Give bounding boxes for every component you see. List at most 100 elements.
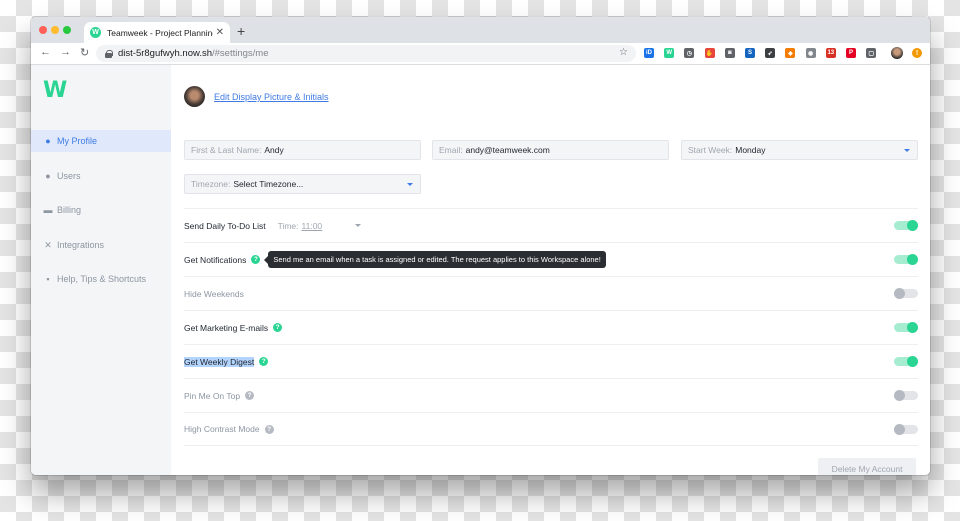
toggle-weekly-digest[interactable]: [894, 356, 918, 367]
ext-camera-icon[interactable]: ◙: [724, 48, 735, 58]
edit-display-picture-link[interactable]: Edit Display Picture & Initials: [214, 92, 329, 102]
setting-row-notifications: Get Notifications ? Send me an email whe…: [184, 242, 918, 276]
timezone-select[interactable]: Timezone: Select Timezone...: [184, 174, 421, 194]
toggle-knob: [907, 322, 918, 333]
sidebar-item-my-profile[interactable]: ● My Profile: [31, 130, 171, 152]
settings-sidebar: W ● My Profile ● Users ▬ Billing ✕ Integ…: [31, 65, 171, 475]
email-field[interactable]: Email: andy@teamweek.com: [432, 140, 669, 160]
name-field-label: First & Last Name:: [191, 145, 262, 155]
profile-avatar[interactable]: [184, 86, 205, 107]
toggle-pin-me[interactable]: [894, 390, 918, 401]
reload-icon[interactable]: ↻: [80, 46, 89, 59]
tab-strip: W Teamweek - Project Planning C ✕ +: [31, 17, 930, 43]
setting-row-hide-weekends: Hide Weekends: [184, 276, 918, 310]
ext-puzzle-icon[interactable]: ◉: [805, 48, 816, 58]
help-icon[interactable]: ?: [264, 424, 274, 434]
toggle-notifications[interactable]: [894, 254, 918, 265]
setting-label: Hide Weekends: [184, 288, 244, 299]
setting-label: Pin Me On Top: [184, 390, 241, 401]
forward-arrow-icon[interactable]: →: [60, 46, 71, 58]
setting-row-pin-me: Pin Me On Top ?: [184, 378, 918, 412]
browser-toolbar: ← → ↻ dist-5r8gufwyh.now.sh/#settings/me…: [31, 43, 930, 65]
toggle-knob: [894, 423, 905, 435]
ext-teamweek-icon[interactable]: W: [664, 48, 675, 58]
toggle-knob: [907, 356, 918, 367]
ext-adblock-icon[interactable]: ✋: [704, 48, 715, 58]
help-icon[interactable]: ?: [245, 391, 255, 400]
help-icon[interactable]: ?: [251, 255, 261, 264]
notifications-tooltip: Send me an email when a task is assigned…: [264, 251, 606, 268]
setting-label: Get Notifications: [184, 254, 247, 265]
help-chat-icon: ▪: [46, 274, 50, 284]
url-path: /#settings/me: [212, 48, 269, 59]
ext-rocket-icon[interactable]: ➶: [765, 48, 776, 58]
ext-box-icon[interactable]: ◆: [785, 48, 796, 58]
name-field[interactable]: First & Last Name: Andy: [184, 140, 421, 160]
minimize-window-button[interactable]: [51, 26, 59, 34]
toggle-knob: [894, 288, 905, 299]
profile-settings-panel: Edit Display Picture & Initials First & …: [171, 65, 930, 475]
browser-window: W Teamweek - Project Planning C ✕ + ← → …: [31, 17, 930, 475]
star-icon[interactable]: ☆: [619, 47, 628, 58]
delete-account-button[interactable]: Delete My Account: [818, 458, 916, 475]
chevron-down-icon: [407, 183, 413, 186]
sidebar-item-help[interactable]: ▪ Help, Tips & Shortcuts: [31, 268, 171, 290]
setting-label: Get Weekly Digest: [184, 356, 255, 367]
address-bar[interactable]: dist-5r8gufwyh.now.sh/#settings/me: [96, 45, 636, 62]
new-tab-button[interactable]: +: [237, 23, 245, 39]
start-week-label: Start Week:: [688, 145, 733, 155]
name-field-value: Andy: [264, 145, 284, 155]
ext-pinterest-icon[interactable]: P: [846, 48, 856, 58]
ext-id-icon[interactable]: iD: [644, 48, 654, 58]
sidebar-item-integrations[interactable]: ✕ Integrations: [31, 234, 171, 256]
setting-label: Get Marketing E-mails: [184, 322, 269, 333]
toggle-hide-weekends[interactable]: [894, 288, 918, 299]
back-arrow-icon[interactable]: ←: [40, 46, 51, 58]
sidebar-item-label: Help, Tips & Shortcuts: [57, 274, 147, 284]
integrations-icon: ✕: [44, 239, 52, 250]
tab-title: Teamweek - Project Planning C: [107, 27, 213, 38]
teamweek-logo[interactable]: W: [43, 78, 67, 103]
chevron-down-icon[interactable]: [355, 224, 362, 227]
users-icon: ●: [45, 171, 51, 181]
timezone-value: Select Timezone...: [233, 179, 304, 189]
setting-label: Send Daily To-Do List: [184, 220, 266, 231]
sidebar-item-label: Billing: [57, 205, 82, 215]
toggle-high-contrast[interactable]: [894, 423, 918, 435]
start-week-value: Monday: [735, 145, 766, 155]
toggle-knob: [894, 390, 905, 401]
browser-tab[interactable]: W Teamweek - Project Planning C ✕: [84, 22, 230, 43]
sidebar-item-label: My Profile: [57, 136, 98, 146]
close-tab-icon[interactable]: ✕: [216, 27, 224, 38]
setting-row-high-contrast: High Contrast Mode ?: [184, 412, 918, 446]
start-week-select[interactable]: Start Week: Monday: [681, 140, 918, 160]
chevron-down-icon: [904, 149, 910, 152]
email-field-label: Email:: [439, 145, 463, 155]
maximize-window-button[interactable]: [63, 26, 71, 34]
browser-menu-update-icon[interactable]: !: [912, 48, 922, 58]
toggle-daily-todo[interactable]: [894, 220, 918, 231]
user-icon: ●: [45, 136, 51, 146]
toggle-marketing[interactable]: [894, 322, 918, 333]
setting-row-daily-todo: Send Daily To-Do List Time: 11:00: [184, 208, 918, 242]
ext-s-icon[interactable]: S: [745, 48, 755, 58]
setting-row-weekly-digest: Get Weekly Digest ?: [184, 344, 918, 378]
ext-gauge-icon[interactable]: ◷: [684, 48, 695, 58]
help-icon[interactable]: ?: [259, 357, 269, 366]
ext-screenshot-icon[interactable]: ▢: [866, 48, 877, 58]
url-host: dist-5r8gufwyh.now.sh: [118, 48, 212, 59]
timezone-label: Timezone:: [191, 179, 231, 189]
browser-profile-avatar[interactable]: [891, 47, 903, 59]
sidebar-item-label: Integrations: [57, 240, 105, 250]
time-select[interactable]: 11:00: [302, 221, 323, 231]
teamweek-favicon-icon: W: [90, 27, 101, 38]
email-field-value: andy@teamweek.com: [465, 145, 550, 155]
sidebar-item-label: Users: [57, 171, 81, 181]
sidebar-item-users[interactable]: ● Users: [31, 165, 171, 187]
close-window-button[interactable]: [39, 26, 47, 34]
setting-row-marketing: Get Marketing E-mails ?: [184, 310, 918, 344]
ext-mail-icon[interactable]: 13: [825, 48, 836, 58]
help-icon[interactable]: ?: [273, 323, 283, 332]
sidebar-item-billing[interactable]: ▬ Billing: [31, 199, 171, 221]
time-label: Time:: [277, 220, 299, 231]
